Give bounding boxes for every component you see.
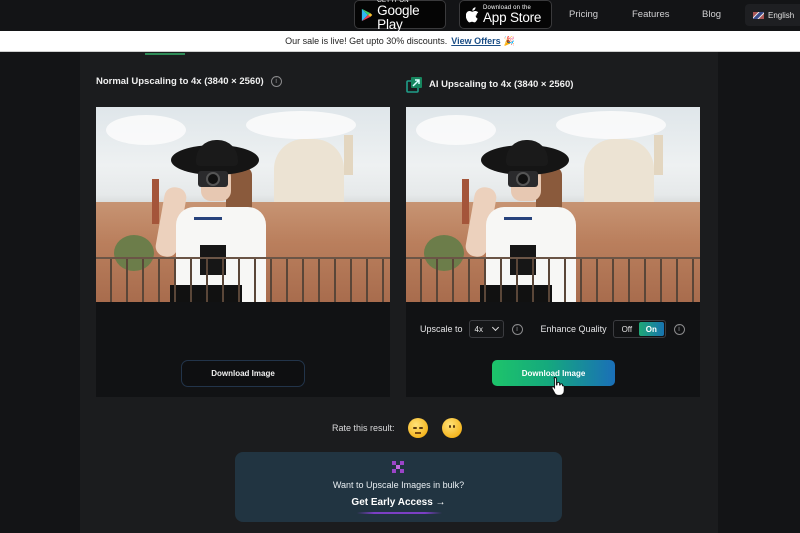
- info-icon[interactable]: i: [270, 76, 282, 87]
- party-popper-icon: 🎉: [503, 35, 515, 46]
- bulk-pixel-icon: [392, 461, 404, 473]
- chevron-down-icon: [491, 323, 499, 332]
- ai-upscaled-image: [406, 107, 700, 302]
- normal-upscaling-title: Normal Upscaling to 4x (3840 × 2560) i: [96, 76, 282, 87]
- cta-underline: [357, 512, 442, 514]
- app-store-button[interactable]: Download on the App Store: [459, 0, 552, 29]
- hand-pointer-cursor-icon: [551, 377, 565, 396]
- ai-upscaling-title: AI Upscaling to 4x (3840 × 2560): [406, 76, 573, 93]
- sad-face-icon[interactable]: [407, 418, 428, 438]
- google-play-icon: [361, 8, 373, 21]
- bulk-upscale-promo: Want to Upscale Images in bulk? Get Earl…: [235, 452, 562, 522]
- rate-result-label: Rate this result:: [332, 423, 395, 433]
- rating-section: Rate this result:: [332, 418, 462, 438]
- apple-icon: [466, 6, 479, 22]
- app-store-label: App Store: [483, 9, 542, 25]
- nav-link-blog[interactable]: Blog: [702, 9, 721, 20]
- sale-banner-text: Our sale is live! Get upto 30% discounts…: [285, 36, 448, 46]
- google-play-label: Google Play: [377, 2, 420, 32]
- enhance-quality-label: Enhance Quality: [540, 324, 607, 334]
- language-selector[interactable]: English: [745, 4, 800, 26]
- toggle-off-option[interactable]: Off: [615, 322, 640, 336]
- neutral-face-icon[interactable]: [441, 418, 462, 438]
- enhance-info-icon[interactable]: i: [673, 323, 685, 335]
- upscale-factor-select[interactable]: 4x: [468, 320, 504, 338]
- ai-upscale-icon: [406, 77, 422, 93]
- upscale-to-label: Upscale to: [420, 324, 463, 334]
- ai-controls: Upscale to 4x i Enhance Quality Off On i: [420, 320, 685, 338]
- upscale-factor-value: 4x: [474, 324, 483, 334]
- ai-upscaling-card: Upscale to 4x i Enhance Quality Off On i…: [406, 107, 700, 397]
- nav-link-features[interactable]: Features: [632, 9, 670, 20]
- enhance-quality-toggle[interactable]: Off On: [612, 320, 666, 338]
- normal-upscaling-card: Download Image: [96, 107, 390, 397]
- download-image-button-normal[interactable]: Download Image: [181, 360, 305, 387]
- google-play-button[interactable]: GET IT ON Google Play: [354, 0, 446, 32]
- normal-upscaling-title-text: Normal Upscaling to 4x (3840 × 2560): [96, 76, 264, 87]
- bulk-promo-text: Want to Upscale Images in bulk?: [332, 480, 465, 490]
- nav-link-pricing[interactable]: Pricing: [569, 9, 598, 20]
- sale-banner: Our sale is live! Get upto 30% discounts…: [0, 31, 800, 52]
- ai-upscaling-title-text: AI Upscaling to 4x (3840 × 2560): [429, 79, 574, 90]
- view-offers-link[interactable]: View Offers: [451, 36, 500, 46]
- normal-upscaled-image: [96, 107, 390, 302]
- language-label: English: [768, 10, 795, 20]
- get-early-access-link[interactable]: Get Early Access →: [235, 497, 562, 508]
- active-tab-indicator: [145, 53, 185, 55]
- top-navigation: GET IT ON Google Play Download on the Ap…: [0, 0, 800, 31]
- upscale-info-icon[interactable]: i: [511, 323, 523, 335]
- uk-flag-icon: [753, 11, 764, 19]
- toggle-on-option[interactable]: On: [639, 322, 664, 336]
